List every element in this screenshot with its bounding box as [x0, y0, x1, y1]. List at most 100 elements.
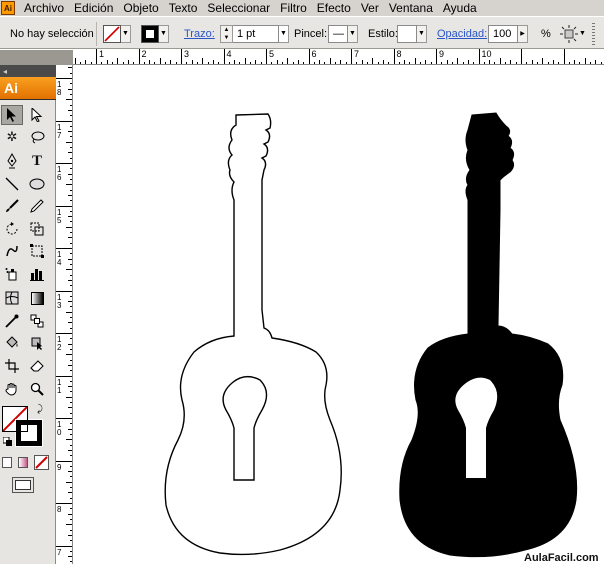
- fill-dropdown-icon[interactable]: ▼: [121, 24, 131, 43]
- menu-ventana[interactable]: Ventana: [384, 1, 438, 15]
- recolor-artwork-icon[interactable]: [560, 24, 578, 43]
- default-fill-stroke-icon[interactable]: [2, 436, 14, 448]
- opacity-label[interactable]: Opacidad:: [437, 28, 487, 40]
- menu-efecto[interactable]: Efecto: [312, 1, 356, 15]
- pen-tool-icon[interactable]: [1, 151, 23, 171]
- column-graph-tool-icon[interactable]: [26, 264, 48, 284]
- toolbox-grip[interactable]: ◂: [0, 65, 56, 77]
- ruler-tick: [68, 386, 72, 388]
- menu-ver[interactable]: Ver: [356, 1, 384, 15]
- gradient-mode-button[interactable]: [18, 457, 28, 468]
- ruler-tick: [70, 200, 72, 202]
- ruler-tick: [70, 529, 72, 531]
- pencil-tool-icon[interactable]: [26, 196, 48, 216]
- artboard-canvas[interactable]: [74, 66, 604, 564]
- menu-seleccionar[interactable]: Seleccionar: [202, 1, 275, 15]
- ruler-tick: [70, 274, 72, 276]
- blend-tool-icon[interactable]: [26, 311, 48, 331]
- ruler-tick: [563, 49, 565, 64]
- live-paint-selection-tool-icon[interactable]: [26, 333, 48, 353]
- ruler-tick: [70, 210, 72, 212]
- menu-ayuda[interactable]: Ayuda: [438, 1, 482, 15]
- ruler-tick: [420, 62, 422, 64]
- guitar-filled[interactable]: [399, 112, 578, 558]
- toolbox-body: ✲ T ⤸: [0, 100, 56, 564]
- ruler-label: 10: [481, 49, 492, 59]
- artwork[interactable]: [74, 66, 604, 564]
- lasso-tool-icon[interactable]: [26, 127, 48, 147]
- recolor-dropdown-icon[interactable]: ▼: [579, 30, 587, 37]
- horizontal-ruler[interactable]: 1 2 3 4 5 6 7 8 9 10: [73, 49, 604, 65]
- opacity-arrow-icon[interactable]: ▶: [518, 24, 528, 43]
- stroke-swatch[interactable]: [141, 24, 159, 43]
- opacity-field[interactable]: 100: [488, 24, 518, 43]
- fill-swatch[interactable]: [103, 24, 121, 43]
- ruler-tick: [377, 62, 379, 64]
- ruler-tick: [356, 62, 358, 64]
- ruler-tick: [462, 62, 464, 64]
- menu-objeto[interactable]: Objeto: [118, 1, 163, 15]
- ruler-tick: [515, 62, 517, 64]
- stroke-dropdown-icon[interactable]: ▼: [159, 24, 169, 43]
- zoom-tool-icon[interactable]: [26, 379, 48, 399]
- menu-texto[interactable]: Texto: [164, 1, 203, 15]
- menu-archivo[interactable]: Archivo: [19, 1, 69, 15]
- scale-tool-icon[interactable]: [26, 219, 48, 239]
- screen-mode-button[interactable]: [12, 477, 34, 493]
- stroke-label[interactable]: Trazo:: [184, 28, 215, 40]
- vertical-ruler[interactable]: 18 17 16 15 14 13 12 11 10 9 8 7: [56, 65, 73, 564]
- ruler-tick: [494, 62, 496, 64]
- stroke-stepper-icon[interactable]: ▲ ▼: [220, 24, 233, 43]
- ruler-tick: [175, 62, 177, 64]
- mesh-tool-icon[interactable]: [1, 288, 23, 308]
- direct-selection-tool-icon[interactable]: [26, 105, 48, 125]
- ruler-tick: [234, 60, 236, 64]
- stroke-weight-dropdown-icon[interactable]: ▼: [279, 24, 289, 43]
- ruler-tick: [70, 115, 72, 117]
- style-dropdown-icon[interactable]: ▼: [417, 24, 427, 43]
- ruler-tick: [223, 49, 225, 64]
- ruler-label: 9: [57, 462, 62, 472]
- ruler-tick: [143, 62, 145, 64]
- eraser-tool-icon[interactable]: [26, 356, 48, 376]
- warp-tool-icon[interactable]: [1, 241, 23, 261]
- none-mode-button[interactable]: [34, 455, 49, 470]
- style-swatch[interactable]: [397, 24, 417, 43]
- symbol-sprayer-tool-icon[interactable]: [1, 264, 23, 284]
- stroke-box[interactable]: [15, 419, 43, 447]
- slice-tool-icon[interactable]: [1, 356, 23, 376]
- ruler-tick: [186, 62, 188, 64]
- color-mode-button[interactable]: [2, 457, 12, 468]
- collapse-arrows-icon[interactable]: ◂: [0, 67, 7, 76]
- ruler-tick: [191, 60, 193, 64]
- gradient-tool-icon[interactable]: [26, 288, 48, 308]
- brush-dropdown-icon[interactable]: ▼: [348, 24, 358, 43]
- line-segment-tool-icon[interactable]: [1, 174, 23, 194]
- panel-grip-icon[interactable]: [592, 22, 595, 45]
- menu-filtro[interactable]: Filtro: [275, 1, 312, 15]
- swap-fill-stroke-icon[interactable]: ⤸: [33, 402, 47, 416]
- ruler-tick: [212, 60, 214, 64]
- stroke-weight-field[interactable]: 1 pt: [233, 24, 279, 43]
- brush-field[interactable]: —: [328, 24, 348, 43]
- live-paint-bucket-tool-icon[interactable]: [1, 333, 23, 353]
- ruler-tick: [70, 232, 72, 234]
- ellipse-tool-icon[interactable]: [26, 174, 48, 194]
- type-tool-icon[interactable]: T: [26, 151, 48, 171]
- rotate-tool-icon[interactable]: [1, 219, 23, 239]
- ruler-tick: [70, 253, 72, 255]
- free-transform-tool-icon[interactable]: [26, 241, 48, 261]
- menu-edicion[interactable]: Edición: [69, 1, 118, 15]
- ruler-tick: [68, 88, 72, 90]
- guitar-outline[interactable]: [164, 113, 342, 556]
- ruler-tick: [303, 62, 305, 64]
- ruler-tick: [70, 136, 72, 138]
- paintbrush-tool-icon[interactable]: [1, 196, 23, 216]
- ruler-tick: [451, 62, 453, 64]
- ruler-tick: [106, 60, 108, 64]
- magic-wand-tool-icon[interactable]: ✲: [1, 127, 23, 147]
- hand-tool-icon[interactable]: [1, 379, 23, 399]
- ruler-tick: [90, 62, 92, 64]
- eyedropper-tool-icon[interactable]: [1, 311, 23, 331]
- selection-tool-icon[interactable]: [1, 105, 23, 125]
